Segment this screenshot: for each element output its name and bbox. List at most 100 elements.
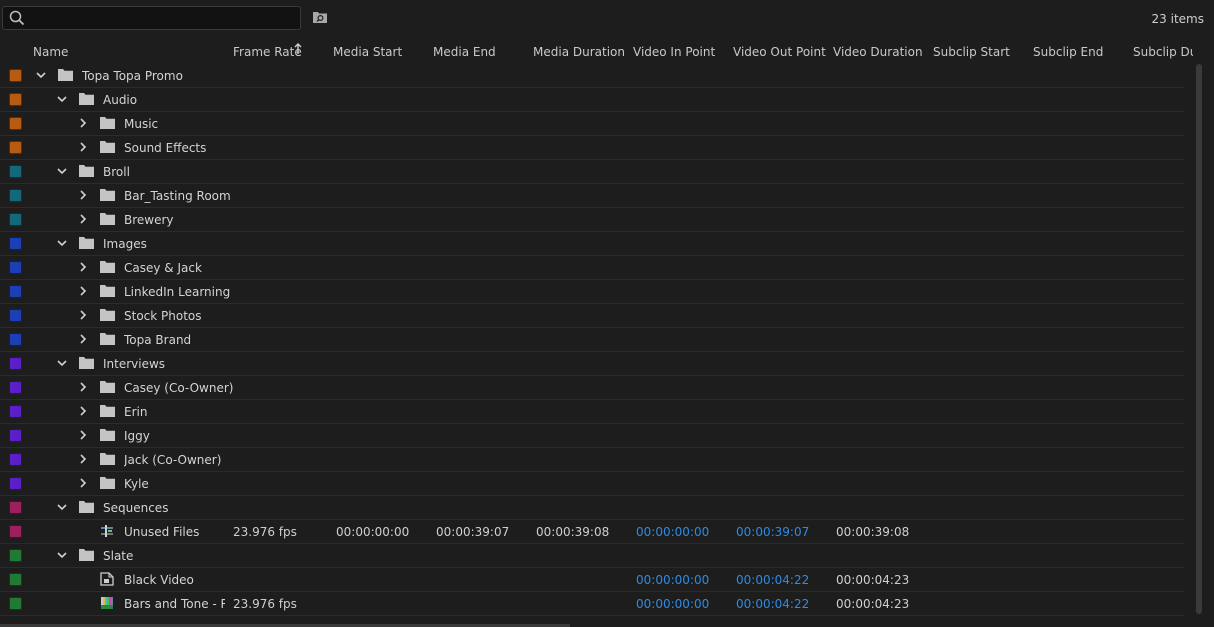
chevron-right-icon[interactable] (78, 382, 88, 392)
bin-row[interactable]: LinkedIn Learning (0, 280, 1184, 304)
chevron-down-icon[interactable] (57, 94, 67, 104)
label-color-swatch[interactable] (9, 117, 22, 130)
column-header-subclip-duration[interactable]: Subclip Dura (1133, 45, 1193, 59)
bin-row[interactable]: Stock Photos (0, 304, 1184, 328)
bin-row[interactable]: Jack (Co-Owner) (0, 448, 1184, 472)
column-header-video-out-point[interactable]: Video Out Point (733, 45, 826, 59)
bin-row[interactable]: Audio (0, 88, 1184, 112)
video-out-cell[interactable]: 00:00:39:07 (736, 525, 809, 539)
bin-row[interactable]: Erin (0, 400, 1184, 424)
chevron-down-icon[interactable] (57, 550, 67, 560)
chevron-right-icon[interactable] (78, 286, 88, 296)
label-color-swatch[interactable] (9, 477, 22, 490)
item-name[interactable]: Sound Effects (124, 141, 206, 155)
column-header-video-in-point[interactable]: Video In Point (633, 45, 715, 59)
chevron-down-icon[interactable] (57, 358, 67, 368)
item-name[interactable]: Images (103, 237, 147, 251)
column-header-frame-rate[interactable]: Frame Rate (233, 45, 302, 59)
label-color-swatch[interactable] (9, 189, 22, 202)
bin-row[interactable]: Topa Topa Promo (0, 64, 1184, 88)
chevron-down-icon[interactable] (36, 70, 46, 80)
video-in-cell[interactable]: 00:00:00:00 (636, 573, 709, 587)
bin-row[interactable]: Music (0, 112, 1184, 136)
find-in-bin-icon[interactable] (313, 11, 327, 23)
label-color-swatch[interactable] (9, 597, 22, 610)
bin-row[interactable]: Sound Effects (0, 136, 1184, 160)
chevron-down-icon[interactable] (57, 502, 67, 512)
item-name[interactable]: Topa Brand (124, 333, 191, 347)
bin-row[interactable]: Iggy (0, 424, 1184, 448)
item-name[interactable]: Jack (Co-Owner) (124, 453, 221, 467)
chevron-right-icon[interactable] (78, 430, 88, 440)
item-name[interactable]: Slate (103, 549, 133, 563)
chevron-right-icon[interactable] (78, 406, 88, 416)
column-header-subclip-end[interactable]: Subclip End (1033, 45, 1103, 59)
chevron-right-icon[interactable] (78, 262, 88, 272)
clip-row[interactable]: Black Video 00:00:00:00 00:00:04:22 00:00:0… (0, 568, 1184, 592)
bin-row[interactable]: Slate (0, 544, 1184, 568)
label-color-swatch[interactable] (9, 573, 22, 586)
label-color-swatch[interactable] (9, 453, 22, 466)
search-input[interactable] (29, 8, 298, 28)
item-name[interactable]: Casey & Jack (124, 261, 202, 275)
bin-row[interactable]: Casey (Co-Owner) (0, 376, 1184, 400)
item-name[interactable]: Interviews (103, 357, 165, 371)
chevron-down-icon[interactable] (57, 238, 67, 248)
chevron-down-icon[interactable] (57, 166, 67, 176)
column-header-name[interactable]: Name (33, 45, 68, 59)
label-color-swatch[interactable] (9, 333, 22, 346)
bin-row[interactable]: Broll (0, 160, 1184, 184)
label-color-swatch[interactable] (9, 309, 22, 322)
label-color-swatch[interactable] (9, 93, 22, 106)
column-header-subclip-start[interactable]: Subclip Start (933, 45, 1010, 59)
item-name[interactable]: Brewery (124, 213, 174, 227)
chevron-right-icon[interactable] (78, 454, 88, 464)
label-color-swatch[interactable] (9, 429, 22, 442)
video-out-cell[interactable]: 00:00:04:22 (736, 573, 809, 587)
chevron-right-icon[interactable] (78, 142, 88, 152)
bin-row[interactable]: Images (0, 232, 1184, 256)
chevron-right-icon[interactable] (78, 190, 88, 200)
video-in-cell[interactable]: 00:00:00:00 (636, 525, 709, 539)
column-header-media-duration[interactable]: Media Duration (533, 45, 625, 59)
label-color-swatch[interactable] (9, 357, 22, 370)
item-name[interactable]: Bar_Tasting Room (124, 189, 231, 203)
video-out-cell[interactable]: 00:00:04:22 (736, 597, 809, 611)
bin-row[interactable]: Sequences (0, 496, 1184, 520)
chevron-right-icon[interactable] (78, 334, 88, 344)
vertical-scrollbar[interactable] (1196, 64, 1202, 614)
search-field[interactable] (2, 6, 301, 30)
item-name[interactable]: Bars and Tone - Rec (124, 597, 225, 611)
bin-row[interactable]: Bar_Tasting Room (0, 184, 1184, 208)
clip-row[interactable]: Unused Files 23.976 fps 00:00:00:00 00:00:3… (0, 520, 1184, 544)
bin-row[interactable]: Kyle (0, 472, 1184, 496)
label-color-swatch[interactable] (9, 165, 22, 178)
bin-row[interactable]: Brewery (0, 208, 1184, 232)
column-header-video-duration[interactable]: Video Duration (833, 45, 923, 59)
chevron-right-icon[interactable] (78, 214, 88, 224)
item-name[interactable]: Erin (124, 405, 147, 419)
item-name[interactable]: Casey (Co-Owner) (124, 381, 233, 395)
label-color-swatch[interactable] (9, 381, 22, 394)
chevron-right-icon[interactable] (78, 310, 88, 320)
item-name[interactable]: Iggy (124, 429, 150, 443)
chevron-right-icon[interactable] (78, 118, 88, 128)
bin-row[interactable]: Topa Brand (0, 328, 1184, 352)
column-header-media-start[interactable]: Media Start (333, 45, 402, 59)
video-in-cell[interactable]: 00:00:00:00 (636, 597, 709, 611)
label-color-swatch[interactable] (9, 501, 22, 514)
item-name[interactable]: Music (124, 117, 158, 131)
clip-row[interactable]: Bars and Tone - Rec 23.976 fps 00:00:00:00… (0, 592, 1184, 616)
item-name[interactable]: Kyle (124, 477, 149, 491)
label-color-swatch[interactable] (9, 69, 22, 82)
item-name[interactable]: Black Video (124, 573, 225, 587)
label-color-swatch[interactable] (9, 525, 22, 538)
label-color-swatch[interactable] (9, 285, 22, 298)
label-color-swatch[interactable] (9, 405, 22, 418)
item-name[interactable]: Sequences (103, 501, 168, 515)
bin-row[interactable]: Interviews (0, 352, 1184, 376)
label-color-swatch[interactable] (9, 261, 22, 274)
bin-row[interactable]: Casey & Jack (0, 256, 1184, 280)
item-name[interactable]: LinkedIn Learning (124, 285, 230, 299)
label-color-swatch[interactable] (9, 213, 22, 226)
